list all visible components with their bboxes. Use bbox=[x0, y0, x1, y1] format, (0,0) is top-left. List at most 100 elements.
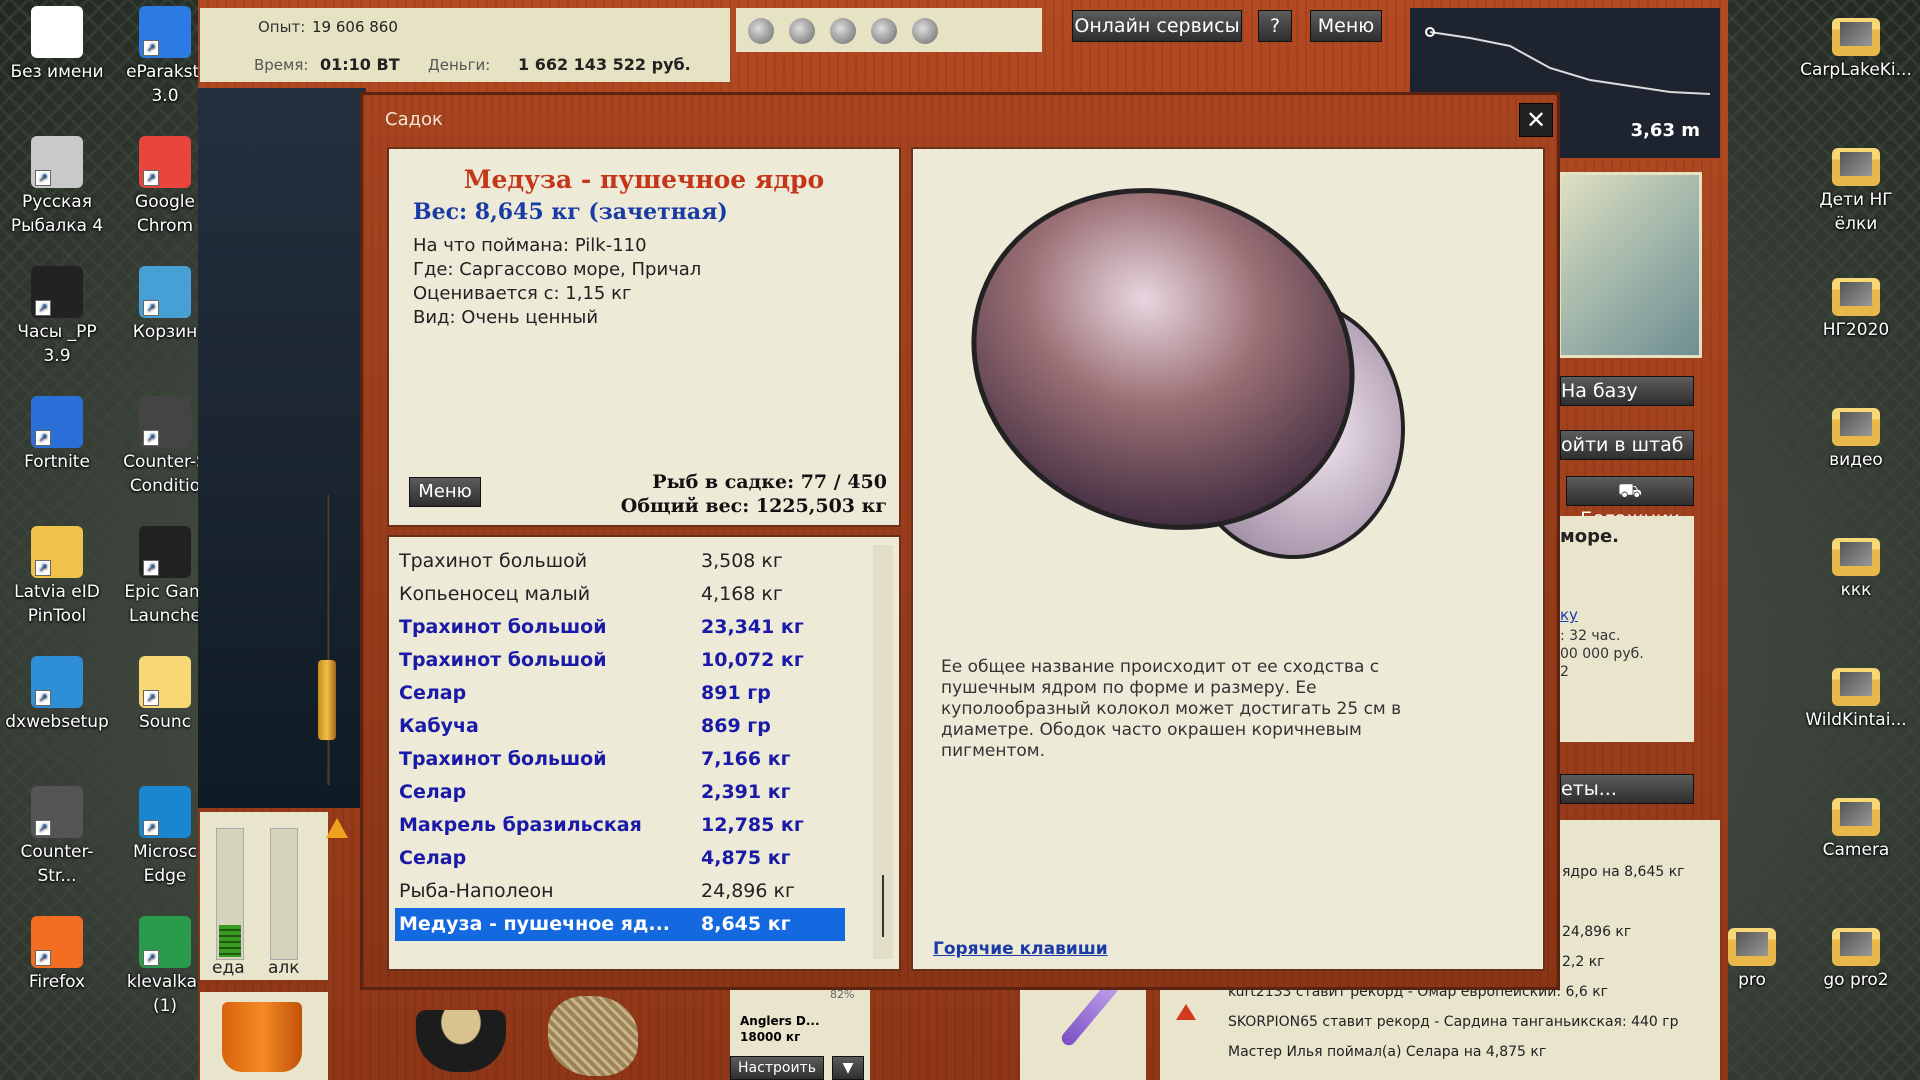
info-link[interactable]: ку bbox=[1560, 606, 1578, 624]
dialog-title-bar[interactable]: Садок ✕ bbox=[363, 95, 1557, 145]
fish-list-weight: 23,341 кг bbox=[701, 616, 804, 638]
desktop-folder[interactable]: Camera bbox=[1800, 786, 1912, 862]
fish-list-row[interactable]: Трахинот большой 10,072 кг bbox=[399, 644, 869, 677]
configure-dropdown[interactable]: ▼ bbox=[832, 1056, 864, 1080]
desktop-icon[interactable]: Без имени bbox=[4, 6, 110, 84]
app-icon: ↗ bbox=[31, 916, 83, 968]
desktop-icon-label: Русская Рыбалка 4 bbox=[10, 192, 104, 236]
hook-icon bbox=[912, 18, 938, 44]
fish-list-name: Трахинот большой bbox=[399, 748, 607, 770]
desktop-icon[interactable]: ↗ Counter-Str... bbox=[4, 786, 110, 888]
app-icon: ↗ bbox=[139, 266, 191, 318]
fish-count: Рыб в садке: 77 / 450 bbox=[652, 471, 887, 493]
fish-list-row[interactable]: Трахинот большой 23,341 кг bbox=[399, 611, 869, 644]
folder-icon bbox=[1832, 408, 1880, 446]
hook-icon bbox=[789, 18, 815, 44]
scrollbar-thumb[interactable] bbox=[882, 875, 884, 937]
desktop-folder[interactable]: WildKintai... bbox=[1800, 656, 1912, 732]
help-button[interactable]: ? bbox=[1258, 10, 1292, 42]
go-hq-label: ойти в штаб bbox=[1561, 434, 1684, 456]
close-icon[interactable]: ✕ bbox=[1519, 103, 1553, 137]
desktop-folder[interactable]: go pro2 bbox=[1800, 916, 1912, 992]
app-icon: ↗ bbox=[139, 6, 191, 58]
folder-icon bbox=[1832, 928, 1880, 966]
desktop-folder[interactable]: CarpLakeKi... bbox=[1800, 6, 1912, 82]
dialog-menu-button[interactable]: Меню bbox=[409, 477, 481, 507]
alc-bar bbox=[270, 828, 298, 960]
fish-list-row[interactable]: Селар 891 гр bbox=[399, 677, 869, 710]
money-label: Деньги: bbox=[428, 56, 491, 74]
fish-list-weight: 12,785 кг bbox=[701, 814, 804, 836]
desktop-folder[interactable]: Дети НГ ёлки bbox=[1800, 136, 1912, 236]
fish-list-row[interactable]: Медуза - пушечное яд... 8,645 кг bbox=[395, 908, 845, 941]
top-menu-button[interactable]: Меню bbox=[1310, 10, 1382, 42]
desktop-icon-label: НГ2020 bbox=[1822, 320, 1890, 340]
desktop-icon-label: видео bbox=[1829, 450, 1883, 470]
dialog-title: Садок bbox=[385, 109, 443, 130]
hooks-bar bbox=[736, 8, 1042, 52]
desktop-icon-label: go pro2 bbox=[1823, 970, 1889, 990]
lure-slot[interactable] bbox=[1020, 977, 1146, 1080]
bucket-slot[interactable] bbox=[200, 992, 328, 1080]
fish-list-row[interactable]: Трахинот большой 7,166 кг bbox=[399, 743, 869, 776]
desktop-icon-label: Fortnite bbox=[24, 452, 90, 472]
fish-list-row[interactable]: Копьеносец малый 4,168 кг bbox=[399, 578, 869, 611]
trunk-button[interactable]: ⛟ Багажник bbox=[1566, 476, 1694, 530]
desktop-icon[interactable]: ↗ Latvia eID PinTool bbox=[4, 526, 110, 628]
desktop-folder[interactable]: видео bbox=[1800, 396, 1912, 472]
desktop-icon-label: Дети НГ ёлки bbox=[1819, 190, 1893, 234]
fish-description: Ее общее название происходит от ее сходс… bbox=[941, 657, 1402, 761]
mini-map[interactable] bbox=[1558, 172, 1702, 358]
folder-icon bbox=[1832, 538, 1880, 576]
shortcut-arrow-icon: ↗ bbox=[143, 300, 159, 316]
shortcut-arrow-icon: ↗ bbox=[35, 690, 51, 706]
go-hq-button[interactable]: ойти в штаб bbox=[1560, 430, 1694, 460]
to-base-label: На базу bbox=[1561, 380, 1638, 402]
desktop-icon-label: dxwebsetup bbox=[5, 712, 109, 732]
feed-line-1: ядро на 8,645 кг bbox=[1562, 864, 1685, 880]
to-base-button[interactable]: На базу bbox=[1560, 376, 1694, 406]
more-button[interactable]: еты... bbox=[1560, 774, 1694, 804]
total-weight: Общий вес: 1225,503 кг bbox=[620, 495, 887, 517]
app-icon: ↗ bbox=[31, 396, 83, 448]
fish-list-row[interactable]: Кабуча 869 гр bbox=[399, 710, 869, 743]
alc-label: алк bbox=[268, 958, 300, 978]
shortcut-arrow-icon: ↗ bbox=[143, 170, 159, 186]
fish-list-row[interactable]: Макрель бразильская 12,785 кг bbox=[399, 809, 869, 842]
fish-list-weight: 869 гр bbox=[701, 715, 771, 737]
jellyfish-image bbox=[971, 188, 1405, 559]
hotkeys-link[interactable]: Горячие клавиши bbox=[933, 939, 1108, 959]
list-scrollbar[interactable] bbox=[873, 545, 893, 959]
desktop-icon[interactable]: ↗ Firefox bbox=[4, 916, 110, 994]
fish-list-weight: 891 гр bbox=[701, 682, 771, 704]
desktop-icon[interactable]: ↗ dxwebsetup bbox=[4, 656, 110, 734]
fish-list-row[interactable]: Трахинот большой 3,508 кг bbox=[399, 545, 869, 578]
online-services-button[interactable]: Онлайн сервисы bbox=[1072, 10, 1242, 42]
rod-reel bbox=[318, 660, 336, 740]
desktop-icon[interactable]: ↗ Русская Рыбалка 4 bbox=[4, 136, 110, 238]
desktop-folder[interactable]: ккк bbox=[1800, 526, 1912, 602]
desktop-icon-label: Часы _PP 3.9 bbox=[17, 322, 97, 366]
shortcut-arrow-icon: ↗ bbox=[35, 430, 51, 446]
location-info: море. ку : 32 час. 00 000 руб. 2 bbox=[1560, 516, 1694, 742]
app-icon: ↗ bbox=[139, 136, 191, 188]
fish-list-name: Трахинот большой bbox=[399, 550, 588, 572]
shortcut-arrow-icon: ↗ bbox=[143, 430, 159, 446]
desktop-folder[interactable]: НГ2020 bbox=[1800, 266, 1912, 342]
net-bag-icon[interactable] bbox=[548, 996, 638, 1076]
app-icon: ↗ bbox=[139, 656, 191, 708]
fish-list-name: Медуза - пушечное яд... bbox=[399, 913, 671, 935]
configure-button[interactable]: Настроить bbox=[730, 1056, 824, 1080]
fish-list-row[interactable]: Рыба-Наполеон 24,896 кг bbox=[399, 875, 869, 908]
boat-weight: 18000 кг bbox=[740, 1030, 801, 1044]
desktop-icon[interactable]: ↗ Часы _PP 3.9 bbox=[4, 266, 110, 368]
time-label: Время: bbox=[254, 56, 309, 74]
exp-label: Опыт: bbox=[258, 18, 306, 36]
desktop-icon[interactable]: ↗ Fortnite bbox=[4, 396, 110, 474]
depth-value: 3,63 m bbox=[1630, 120, 1700, 141]
shortcut-arrow-icon: ↗ bbox=[35, 950, 51, 966]
fish-list-name: Селар bbox=[399, 847, 467, 869]
app-icon: ↗ bbox=[31, 136, 83, 188]
fish-list-row[interactable]: Селар 4,875 кг bbox=[399, 842, 869, 875]
fish-list-row[interactable]: Селар 2,391 кг bbox=[399, 776, 869, 809]
